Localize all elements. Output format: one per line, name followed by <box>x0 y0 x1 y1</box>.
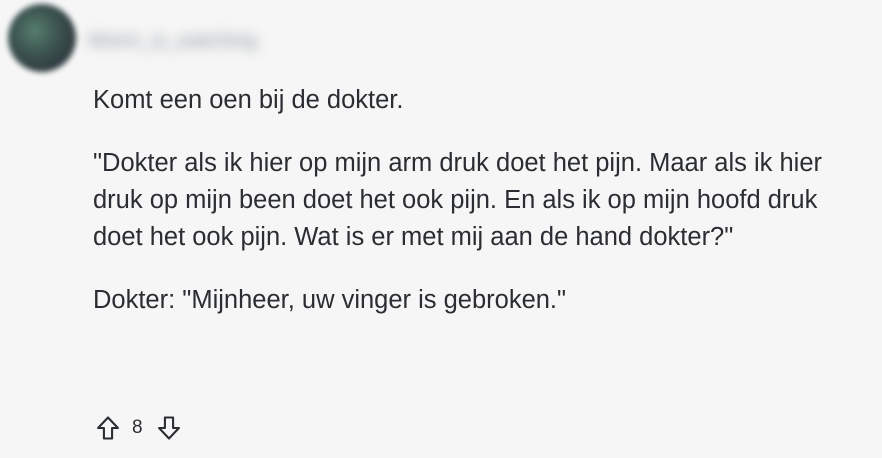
vote-bar: 8 <box>92 410 185 446</box>
upvote-button[interactable] <box>92 412 124 444</box>
vote-score: 8 <box>132 417 143 438</box>
avatar[interactable] <box>8 4 76 72</box>
comment-paragraph: Dokter: "Mijnheer, uw vinger is gebroken… <box>93 286 567 314</box>
comment: Worm_is_watching Komt een oen bij de dok… <box>0 0 882 458</box>
arrow-down-icon <box>157 416 180 440</box>
comment-paragraph: "Dokter als ik hier op mijn arm druk doe… <box>93 149 823 251</box>
comment-body: Komt een oen bij de dokter. "Dokter als … <box>93 82 863 345</box>
arrow-up-icon <box>97 416 119 440</box>
comment-author[interactable]: Worm_is_watching <box>88 26 257 56</box>
comment-paragraph: Komt een oen bij de dokter. <box>93 86 404 114</box>
downvote-button[interactable] <box>153 412 185 444</box>
